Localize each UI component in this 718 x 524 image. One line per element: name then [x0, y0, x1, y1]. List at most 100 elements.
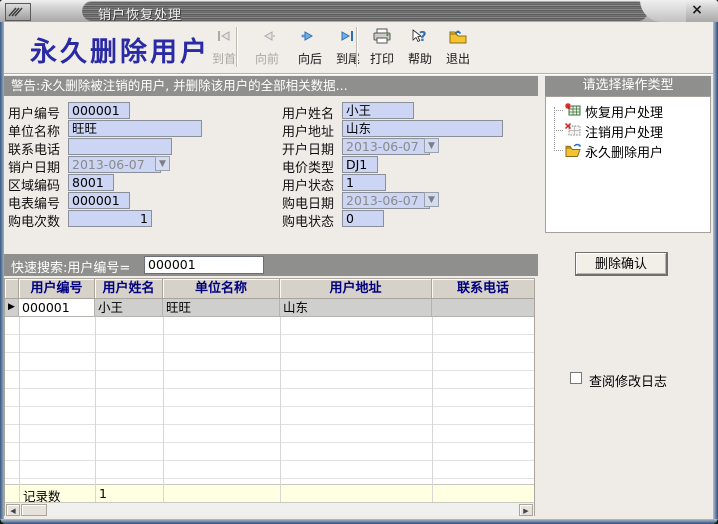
open-date-combo[interactable]: 2013-06-07 [342, 138, 430, 155]
table-header-row: 用户编号 用户姓名 单位名称 用户地址 联系电话 [5, 279, 534, 299]
horizontal-scrollbar[interactable]: ◀ ▶ [5, 502, 534, 516]
window-title: 销户恢复处理 [98, 4, 182, 23]
operation-type-header: 请选择操作类型 [545, 76, 711, 96]
close-button[interactable]: × [686, 2, 708, 19]
list-item-restore-user[interactable]: 恢复用户处理 [548, 101, 708, 119]
field-label: 单位名称 [8, 121, 60, 140]
page-title: 永久删除用户 [30, 30, 210, 69]
user-status-input[interactable]: 1 [342, 174, 386, 191]
column-header[interactable]: 用户地址 [280, 279, 432, 299]
cancel-date-combo[interactable]: 2013-06-07 [68, 156, 161, 173]
toolbar: 永久删除用户 到首 向前 向后 到尾 打印 [4, 22, 713, 74]
scrollbar-thumb[interactable] [21, 504, 47, 516]
unit-name-input[interactable]: 旺旺 [68, 120, 202, 137]
table-cell[interactable]: 000001 [19, 299, 95, 317]
field-label: 用户姓名 [282, 103, 334, 122]
field-label: 电价类型 [282, 157, 334, 176]
operation-type-list: 恢复用户处理 注销用户处理 永久删除用户 [545, 96, 711, 233]
chevron-down-icon[interactable]: ▼ [424, 138, 439, 153]
chevron-down-icon[interactable]: ▼ [424, 192, 439, 207]
list-item-cancel-user[interactable]: 注销用户处理 [548, 121, 708, 139]
table-cell[interactable] [432, 299, 534, 317]
field-label: 用户编号 [8, 103, 60, 122]
printer-icon [362, 28, 402, 48]
delete-confirm-button[interactable]: 删除确认 [575, 252, 668, 276]
exit-button[interactable]: 退出 [438, 28, 478, 70]
purchase-count-input[interactable]: 1 [68, 210, 152, 227]
phone-input[interactable] [68, 138, 172, 155]
tree-connector [554, 110, 563, 111]
user-address-input[interactable]: 山东 [342, 120, 503, 137]
row-selector-marker: ▶ [5, 299, 19, 317]
nav-prev-label: 向前 [247, 50, 287, 67]
restore-user-icon [564, 102, 582, 118]
price-type-input[interactable]: DJ1 [342, 156, 378, 173]
print-button[interactable]: 打印 [362, 28, 402, 70]
title-bar: 销户恢复处理 × [0, 0, 718, 22]
column-header[interactable]: 用户编号 [19, 279, 95, 299]
quick-search-bar: 快速搜索:用户编号= 000001 [4, 254, 538, 276]
gridline [19, 317, 20, 502]
first-arrow-icon [204, 28, 244, 48]
warning-bar: 警告:永久删除被注销的用户, 并删除该用户的全部相关数据... [4, 76, 538, 96]
column-header[interactable]: 单位名称 [163, 279, 280, 299]
area-code-input[interactable]: 8001 [68, 174, 114, 191]
field-label: 销户日期 [8, 157, 60, 176]
nav-first-button[interactable]: 到首 [204, 28, 244, 70]
column-header[interactable]: 用户姓名 [95, 279, 163, 299]
column-header[interactable]: 联系电话 [432, 279, 534, 299]
field-label: 开户日期 [282, 139, 334, 158]
list-item-label: 永久删除用户 [585, 142, 663, 161]
gridline [280, 317, 281, 502]
nav-next-label: 向后 [290, 50, 330, 67]
purchase-date-combo[interactable]: 2013-06-07 [342, 192, 430, 209]
toolbar-separator [356, 27, 357, 67]
help-button[interactable]: ? 帮助 [400, 28, 440, 70]
field-label: 联系电话 [8, 139, 60, 158]
field-label: 区域编码 [8, 175, 60, 194]
meter-id-input[interactable]: 000001 [68, 192, 130, 209]
app-icon [5, 3, 31, 21]
purchase-status-input[interactable]: 0 [342, 210, 384, 227]
field-label: 购电状态 [282, 211, 334, 230]
quick-search-label: 快速搜索:用户编号= [11, 257, 130, 276]
titlebar-swoosh [640, 0, 686, 22]
table-cell[interactable]: 小王 [95, 299, 163, 317]
table-empty-rows [5, 317, 534, 484]
exit-folder-icon [438, 28, 478, 48]
record-count-value: 1 [99, 486, 107, 501]
list-item-permanent-delete[interactable]: 永久删除用户 [548, 141, 708, 159]
scroll-left-icon[interactable]: ◀ [6, 504, 20, 516]
print-label: 打印 [362, 50, 402, 67]
nav-next-button[interactable]: 向后 [290, 28, 330, 70]
field-label: 电表编号 [8, 193, 60, 212]
window-border [713, 22, 718, 524]
field-label: 购电次数 [8, 211, 60, 230]
checkbox-label: 查阅修改日志 [589, 371, 667, 390]
gridline [432, 317, 433, 502]
gridline [95, 317, 96, 502]
app-window: 销户恢复处理 × 永久删除用户 到首 向前 向后 到尾 [0, 0, 718, 524]
checkbox-icon[interactable] [570, 372, 582, 384]
help-cursor-icon: ? [400, 28, 440, 48]
list-item-label: 恢复用户处理 [585, 102, 663, 121]
table-cell[interactable]: 旺旺 [163, 299, 280, 317]
svg-text:?: ? [419, 30, 427, 45]
chevron-down-icon[interactable]: ▼ [155, 156, 170, 171]
scroll-right-icon[interactable]: ▶ [519, 504, 533, 516]
quick-search-input[interactable]: 000001 [144, 256, 264, 274]
exit-label: 退出 [438, 50, 478, 67]
nav-prev-button[interactable]: 向前 [247, 28, 287, 70]
row-selector-header [5, 279, 19, 299]
window-border [0, 519, 718, 524]
table-row[interactable]: ▶ 000001 小王 旺旺 山东 [5, 299, 534, 317]
gridline [163, 317, 164, 502]
tree-connector [554, 130, 563, 131]
table-cell[interactable]: 山东 [280, 299, 432, 317]
user-name-input[interactable]: 小王 [342, 102, 414, 119]
table-footer-row: 记录数 1 [5, 484, 534, 502]
help-label: 帮助 [400, 50, 440, 67]
field-label: 用户状态 [282, 175, 334, 194]
nav-first-label: 到首 [204, 50, 244, 67]
user-id-input[interactable]: 000001 [68, 102, 130, 119]
